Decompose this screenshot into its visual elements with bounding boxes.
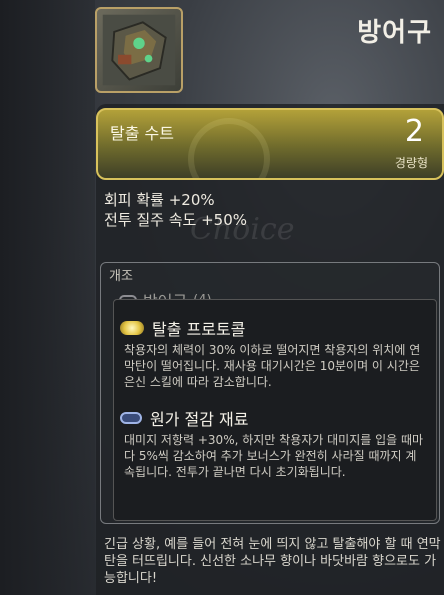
mod-name: 탈출 프로토콜 xyxy=(152,320,246,339)
mod-detail-card: 탈출 프로토콜 착용자의 체력이 30% 이하로 떨어지면 착용자의 위치에 연… xyxy=(113,299,437,521)
flavor-text: 긴급 상황, 예를 들어 전혀 눈에 띄지 않고 탈출해야 할 때 연막탄을 터… xyxy=(104,537,441,586)
category-title: 방어구 xyxy=(357,18,432,48)
rarity-emblem-icon xyxy=(188,118,270,178)
stat-line: 회피 확률 +20% xyxy=(104,191,215,209)
mod-blue-icon xyxy=(120,412,142,424)
mod-name: 원가 절감 재료 xyxy=(150,410,249,429)
item-header: 탈출 수트 2 경량형 xyxy=(96,108,444,180)
item-thumbnail[interactable] xyxy=(95,7,183,93)
mod-gold-icon xyxy=(120,321,144,335)
mod-description: 대미지 저항력 +30%, 하지만 착용자가 대미지를 입을 때마다 5%씩 감… xyxy=(124,433,424,479)
mods-title: 개조 xyxy=(109,269,133,284)
item-name: 탈출 수트 xyxy=(110,124,174,143)
mod-entry[interactable]: 탈출 프로토콜 xyxy=(120,316,245,340)
item-rank: 2 xyxy=(404,114,424,149)
mods-section: 개조 방어구 (4) 탈출 프로토콜 착용자의 체력이 30% 이하로 떨어지면… xyxy=(100,262,440,524)
background-scene xyxy=(0,0,95,595)
mod-entry[interactable]: 원가 절감 재료 xyxy=(120,406,249,430)
mod-description: 착용자의 체력이 30% 이하로 떨어지면 착용자의 위치에 연막탄이 떨어집니… xyxy=(124,343,421,389)
armor-chest-icon xyxy=(102,14,176,86)
weight-class: 경량형 xyxy=(394,156,428,170)
